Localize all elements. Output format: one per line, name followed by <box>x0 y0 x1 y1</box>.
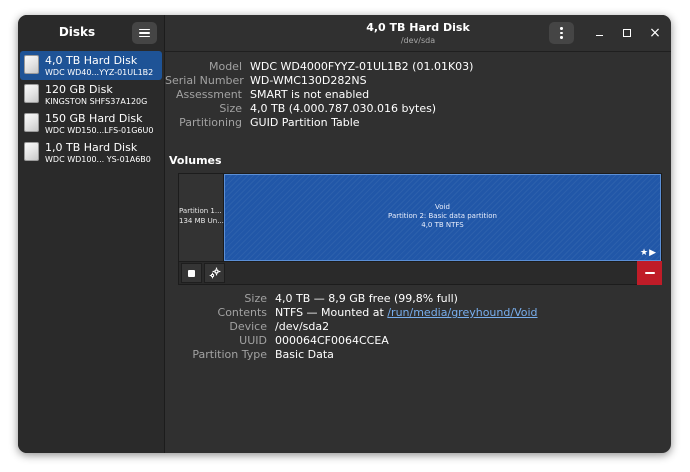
partition-2-size: 4,0 TB NTFS <box>421 221 464 229</box>
serial-label: Serial Number <box>165 74 244 87</box>
partition-size-label: Size <box>244 292 267 305</box>
contents-value: NTFS — Mounted at /run/media/greyhound/V… <box>275 306 538 319</box>
maximize-icon <box>623 29 631 37</box>
disk-name: 4,0 TB Hard Disk <box>45 54 138 67</box>
partition-2-label: Void <box>435 203 450 211</box>
contents-label: Contents <box>217 306 267 319</box>
contents-text: NTFS — Mounted at <box>275 306 388 319</box>
sidebar-header: Disks <box>18 15 164 49</box>
disk-item-sdd[interactable]: 1,0 TB Hard Disk WDC WD100... YS-01A6B0 <box>20 138 162 167</box>
device-label: Device <box>229 320 267 333</box>
uuid-label: UUID <box>239 334 267 347</box>
minimize-button[interactable] <box>589 23 609 43</box>
stop-icon <box>188 269 195 277</box>
disk-model: WDC WD40...YYZ-01UL1B2 <box>45 68 154 77</box>
close-icon: × <box>649 25 661 41</box>
drive-menu-button[interactable] <box>549 22 574 44</box>
device-value: /dev/sda2 <box>275 320 330 333</box>
disk-name: 120 GB Disk <box>45 83 113 96</box>
disk-model: WDC WD150...LFS-01G6U0 <box>45 126 154 135</box>
partition-2-segment[interactable]: Void Partition 2: Basic data partition 4… <box>224 174 661 261</box>
kebab-icon <box>560 27 563 30</box>
serial-value: WD-WMC130D282NS <box>250 74 367 87</box>
mount-point-link[interactable]: /run/media/greyhound/Void <box>387 306 537 319</box>
disk-list: 4,0 TB Hard Disk WDC WD40...YYZ-01UL1B2 … <box>20 51 162 167</box>
hard-disk-icon <box>24 142 39 161</box>
mounted-bootable-icon: ★▶ <box>640 248 657 258</box>
model-value: WDC WD4000FYYZ-01UL1B2 (01.01K03) <box>250 60 474 73</box>
hard-disk-icon <box>24 55 39 74</box>
partition-2-title: Partition 2: Basic data partition <box>388 212 497 220</box>
partition-1-segment[interactable]: Partition 1... 134 MB Un... <box>179 174 224 261</box>
minimize-icon <box>595 34 603 37</box>
delete-partition-button[interactable] <box>637 261 662 285</box>
assessment-value: SMART is not enabled <box>250 88 370 101</box>
volumes-heading: Volumes <box>169 154 222 167</box>
disk-item-sdb[interactable]: 120 GB Disk KINGSTON SHFS37A120G <box>20 80 162 109</box>
size-label: Size <box>219 102 242 115</box>
maximize-button[interactable] <box>617 23 637 43</box>
partition-type-label: Partition Type <box>192 348 267 361</box>
partitioning-value: GUID Partition Table <box>250 116 360 129</box>
uuid-value: 000064CF0064CCEA <box>275 334 389 347</box>
model-label: Model <box>208 60 242 73</box>
partition-options-button[interactable] <box>204 263 225 283</box>
sidebar: Disks 4,0 TB Hard Disk WDC WD40...YYZ-01… <box>18 15 165 453</box>
hard-disk-icon <box>24 113 39 132</box>
close-button[interactable]: × <box>645 23 665 43</box>
assessment-label: Assessment <box>176 88 242 101</box>
minus-icon <box>644 272 655 274</box>
app-title: Disks <box>58 25 96 39</box>
partition-1-size: 134 MB Un... <box>179 217 224 225</box>
partition-size-value: 4,0 TB — 8,9 GB free (99,8% full) <box>275 292 458 305</box>
unmount-button[interactable] <box>181 263 202 283</box>
volume-map: Partition 1... 134 MB Un... Void Partiti… <box>178 173 662 262</box>
disk-name: 1,0 TB Hard Disk <box>45 141 138 154</box>
disk-model: WDC WD100... YS-01A6B0 <box>45 155 151 164</box>
disk-name: 150 GB Hard Disk <box>45 112 143 125</box>
gears-icon <box>209 267 220 279</box>
disk-model: KINGSTON SHFS37A120G <box>45 97 148 106</box>
hard-disk-icon <box>24 84 39 103</box>
main-menu-button[interactable] <box>132 22 157 44</box>
drive-details: Model WDC WD4000FYYZ-01UL1B2 (01.01K03) … <box>165 52 671 453</box>
disk-item-sdc[interactable]: 150 GB Hard Disk WDC WD150...LFS-01G6U0 <box>20 109 162 138</box>
partition-type-value: Basic Data <box>275 348 334 361</box>
partitioning-label: Partitioning <box>179 116 242 129</box>
partition-1-title: Partition 1... <box>179 207 222 215</box>
disk-item-sda[interactable]: 4,0 TB Hard Disk WDC WD40...YYZ-01UL1B2 <box>20 51 162 80</box>
hamburger-icon <box>139 28 150 38</box>
disks-window: Disks 4,0 TB Hard Disk WDC WD40...YYZ-01… <box>18 15 671 453</box>
size-value: 4,0 TB (4.000.787.030.016 bytes) <box>250 102 437 115</box>
header-bar: 4,0 TB Hard Disk /dev/sda × <box>165 15 671 52</box>
volume-toolbar <box>178 261 662 285</box>
